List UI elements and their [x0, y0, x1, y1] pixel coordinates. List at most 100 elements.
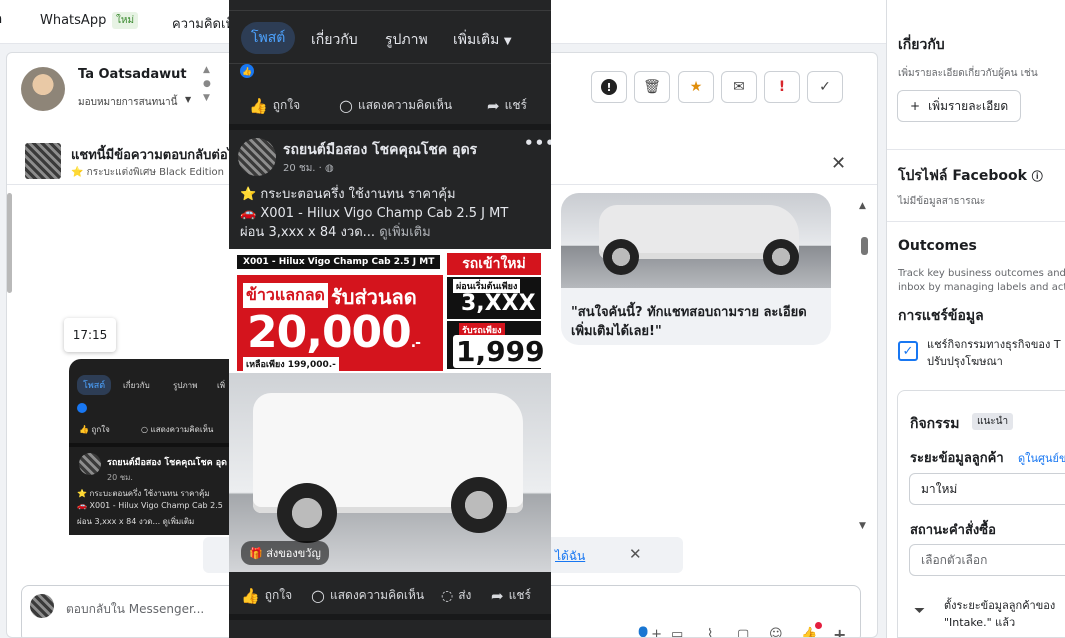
- star-button[interactable]: ★: [678, 71, 714, 103]
- gif-icon[interactable]: ▢: [737, 627, 749, 637]
- add-details-button[interactable]: + เพิ่มรายละเอียด: [897, 90, 1022, 122]
- attach-icon[interactable]: ⌇: [707, 627, 713, 637]
- mini-divider: [69, 443, 239, 447]
- close-notice-icon[interactable]: ✕: [831, 153, 846, 174]
- comment-icon: ○: [141, 425, 148, 434]
- emoji-icon[interactable]: ☺: [769, 627, 783, 637]
- comment-button[interactable]: ○ แสดงความคิดเห็น: [339, 96, 452, 115]
- like-button[interactable]: 👍 ถูกใจ: [249, 96, 300, 115]
- like-reaction-icon: 👍: [240, 64, 254, 78]
- share-arrow-icon: ➦: [491, 586, 504, 605]
- phone-screenshot[interactable]: โพสต์ เกี่ยวกับ รูปภาพ เพิ่มเติม ▼ 👍 👍 ถู…: [229, 0, 551, 638]
- info-icon[interactable]: ⓘ: [1032, 170, 1043, 183]
- more-options-icon[interactable]: •••: [524, 134, 551, 152]
- customer-name[interactable]: Ta Oatsadawut: [78, 67, 187, 82]
- notice-subtitle: ⭐ กระบะแต่งพิเศษ Black Edition: [71, 167, 224, 178]
- share-button-2[interactable]: ➦ แชร์: [491, 586, 531, 605]
- activity-title: กิจกรรม: [910, 416, 960, 432]
- wheel-icon: [763, 239, 799, 275]
- exclamation-icon: !: [778, 79, 786, 95]
- ad-thumbnail: [25, 143, 61, 179]
- about-subtitle: เพิ่มรายละเอียดเกี่ยวกับผู้คน เช่น: [898, 68, 1038, 79]
- comment-bubble-icon: ○: [339, 96, 353, 115]
- tab-whatsapp[interactable]: WhatsApp: [40, 13, 106, 28]
- see-more-link[interactable]: ดูเพิ่มเติม: [379, 225, 430, 240]
- funnel-icon: ⏷: [914, 603, 926, 619]
- about-section: เกี่ยวกับ เพิ่มรายละเอียดเกี่ยวกับผู้คน …: [887, 0, 1065, 150]
- discount-amount: 20,000.-: [247, 307, 421, 358]
- info-link[interactable]: ได้ฉัน: [555, 547, 585, 566]
- trash-icon: 🗑: [643, 79, 661, 95]
- post-ad-image[interactable]: X001 - Hilux Vigo Champ Cab 2.5 J MT ข้า…: [229, 249, 551, 572]
- customer-avatar[interactable]: [21, 67, 65, 111]
- gift-box-icon[interactable]: ▭: [671, 627, 683, 637]
- scroll-arrows-icon[interactable]: ▲ ● ▼: [203, 63, 211, 105]
- delete-button[interactable]: 🗑: [634, 71, 670, 103]
- tab-posts[interactable]: โพสต์: [241, 22, 296, 54]
- close-strip-icon[interactable]: ✕: [629, 545, 642, 563]
- page-name[interactable]: รถยนต์มือสอง โชคคุณโชค อุดร: [283, 139, 477, 161]
- page-avatar[interactable]: [238, 138, 276, 176]
- car-photo: [561, 193, 831, 288]
- send-gift-chip[interactable]: 🎁 ส่งของขวัญ: [241, 541, 329, 565]
- spam-button[interactable]: !: [764, 71, 800, 103]
- like-send-icon[interactable]: 👍: [801, 627, 817, 637]
- share-arrow-icon: ➦: [487, 96, 500, 115]
- outcomes-sub-2: inbox by managing labels and activ: [898, 282, 1065, 293]
- comment-bubble-icon: ○: [311, 586, 325, 605]
- share-activity-label: แชร์กิจกรรมทางธุรกิจของ T ปรับปรุงโฆษณา: [927, 338, 1061, 368]
- shared-screenshot[interactable]: โพสต์ เกี่ยวกับ รูปภาพ เพิ่ 👍 ถูกใจ ○ แส…: [69, 359, 239, 535]
- order-status-select[interactable]: เลือกตัวเลือก: [909, 544, 1065, 576]
- reply-input[interactable]: ตอบกลับใน Messenger...: [66, 600, 204, 619]
- data-sharing-title: การแชร์ข้อมูล: [898, 308, 984, 324]
- recommended-badge: แนะนำ: [972, 413, 1014, 430]
- post-divider-2: [229, 614, 551, 620]
- comment-button-2[interactable]: ○ แสดงความคิดเห็น: [311, 586, 424, 605]
- add-icon[interactable]: +: [833, 625, 846, 637]
- message-card[interactable]: "สนใจคันนี้? ทักแชทสอบถามราย ละเอียดเพิ่…: [561, 193, 831, 345]
- send-button[interactable]: ◌ ส่ง: [441, 586, 471, 605]
- add-person-icon[interactable]: 👤+: [635, 627, 662, 637]
- outcomes-title: Outcomes: [898, 238, 977, 254]
- share-button[interactable]: ➦ แชร์: [487, 96, 527, 115]
- report-button[interactable]: !: [591, 71, 627, 103]
- rear-wheel-icon: [451, 477, 507, 533]
- mini-line3: ผ่อน 3,xxx x 84 งวด... ดูเพิ่มเติม: [77, 517, 195, 526]
- post-text: ⭐ กระบะตอนครึ่ง ใช้งานทน ราคาคุ้ม 🚗 X001…: [240, 185, 545, 242]
- chat-scroll-thumb[interactable]: [861, 237, 868, 255]
- thumb-up-icon: 👍: [241, 586, 260, 605]
- post-line-2: 🚗 X001 - Hilux Vigo Champ Cab 2.5 J MT: [240, 206, 509, 221]
- tab-more[interactable]: เพิ่มเติม ▼: [453, 29, 512, 51]
- chat-scrollbar[interactable]: [7, 193, 12, 293]
- about-title: เกี่ยวกับ: [898, 37, 945, 53]
- contact-sidebar: เกี่ยวกับ เพิ่มรายละเอียดเกี่ยวกับผู้คน …: [886, 0, 1065, 638]
- like-button-2[interactable]: 👍 ถูกใจ: [241, 586, 292, 605]
- thumb-icon: 👍: [79, 425, 89, 434]
- remaining-price: เหลือเพียง 199,000.-: [243, 357, 339, 371]
- gift-icon: 🎁: [249, 547, 263, 560]
- scroll-down-icon[interactable]: ▼: [859, 521, 866, 531]
- wheel-icon: [603, 239, 639, 275]
- mini-page-name: รถยนต์มือสอง โชคคุณโชค อุด: [107, 458, 227, 468]
- customer-stage-select[interactable]: มาใหม่: [909, 473, 1065, 505]
- post-line-1: ⭐ กระบะตอนครึ่ง ใช้งานทน ราคาคุ้ม: [240, 187, 456, 202]
- star-small-icon: ⭐: [71, 167, 84, 178]
- assign-conversation[interactable]: มอบหมายการสนทนานี้: [78, 95, 177, 110]
- new-car-badge: รถเข้าใหม่: [447, 253, 541, 275]
- scroll-up-icon[interactable]: ▲: [859, 201, 866, 211]
- mark-unread-button[interactable]: ✉: [721, 71, 757, 103]
- assign-dropdown-icon[interactable]: ▼: [185, 95, 191, 104]
- tab-about[interactable]: เกี่ยวกับ: [311, 29, 358, 51]
- star-icon: ★: [689, 79, 703, 95]
- mark-done-button[interactable]: ✓: [807, 71, 843, 103]
- like-reaction-icon: [77, 403, 87, 413]
- post-time: 20 ชม. · ◍: [283, 163, 334, 174]
- caret-down-icon: ▼: [503, 36, 512, 47]
- tab-photos[interactable]: รูปภาพ: [385, 29, 428, 51]
- share-activity-checkbox[interactable]: ✓: [898, 341, 918, 361]
- mini-tab-posts: โพสต์: [77, 375, 112, 395]
- tab-comments[interactable]: ความคิดเห็: [172, 13, 234, 34]
- time-tooltip: 17:15: [64, 318, 116, 352]
- menu-fragment: n: [0, 12, 2, 27]
- customer-center-link[interactable]: ดูในศูนย์ข: [1018, 449, 1065, 467]
